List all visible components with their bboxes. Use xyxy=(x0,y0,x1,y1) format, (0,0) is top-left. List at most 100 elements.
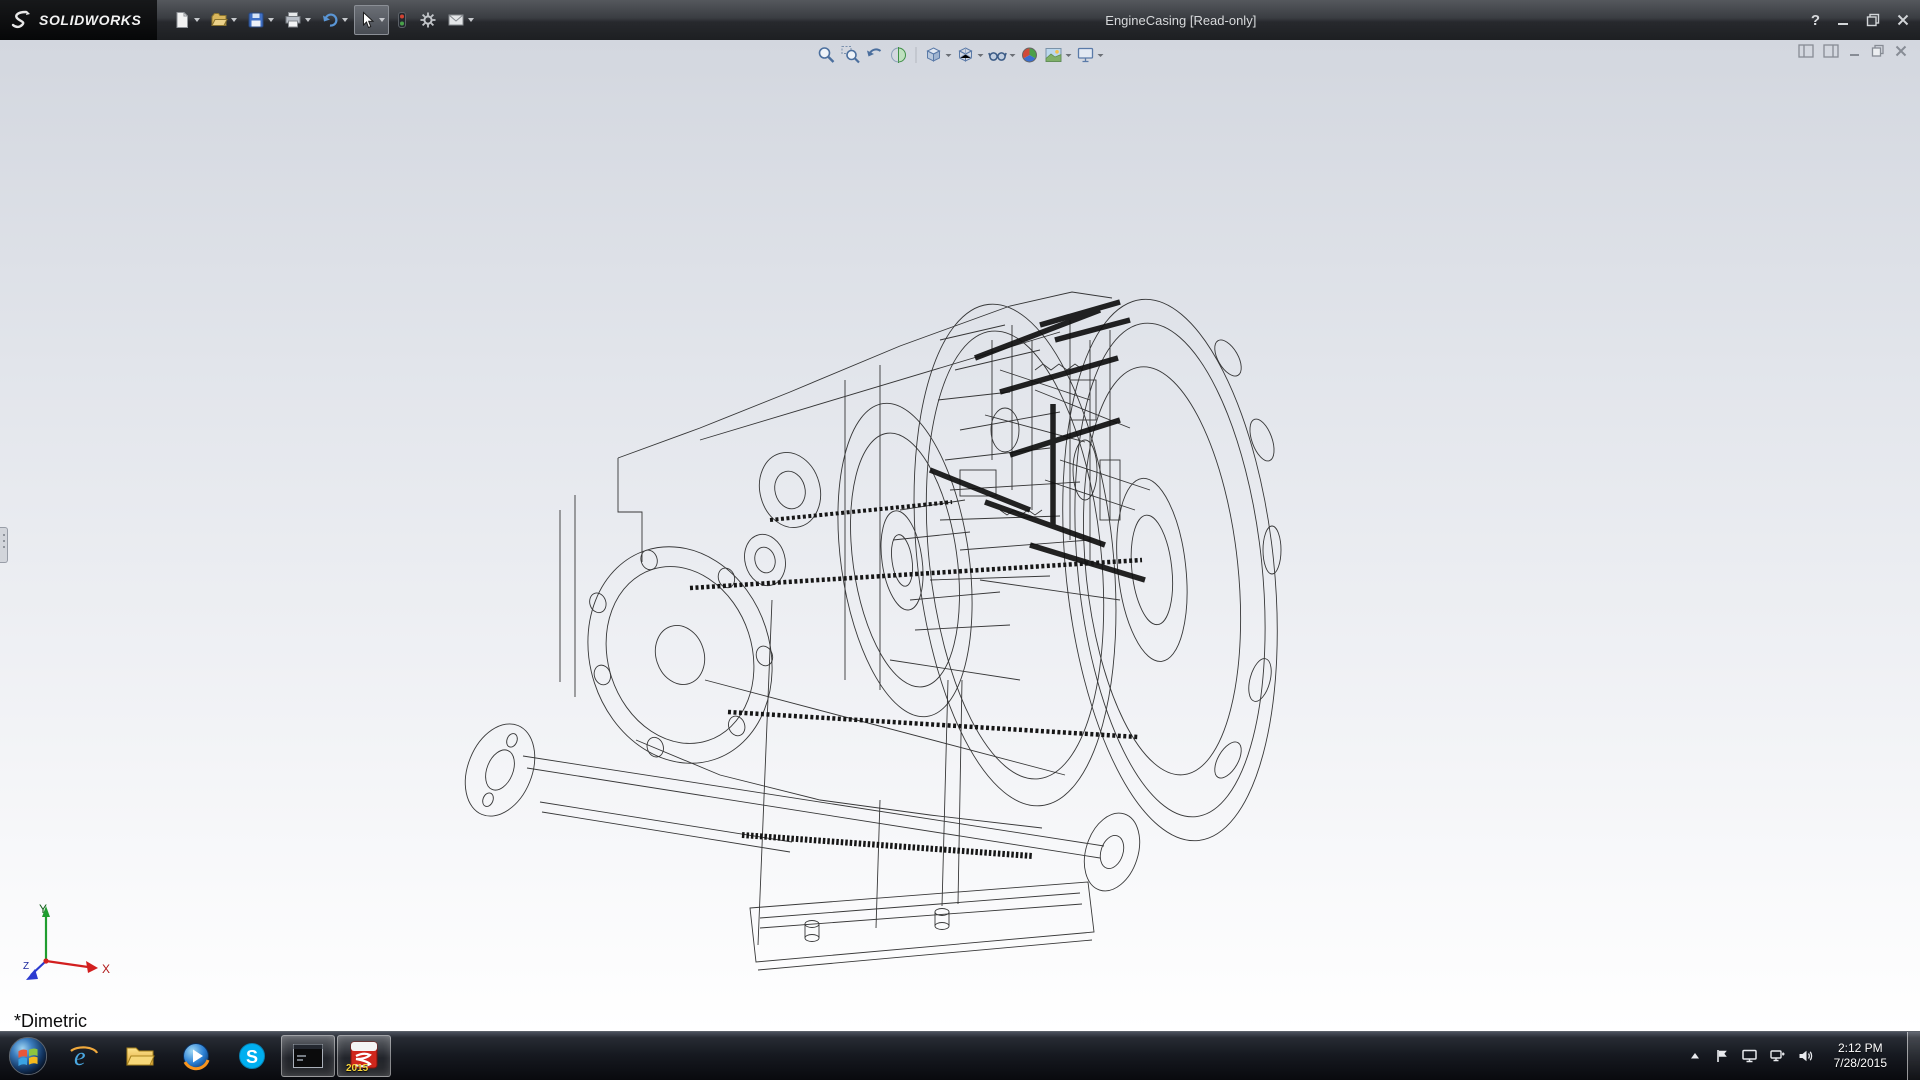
windows-start-orb-icon xyxy=(7,1035,49,1077)
taskbar-item-command-prompt[interactable] xyxy=(281,1035,335,1077)
show-hidden-icons-button[interactable] xyxy=(1687,1048,1703,1064)
dropdown-caret-icon[interactable] xyxy=(1066,54,1072,57)
select-tool-button[interactable] xyxy=(354,5,389,35)
undo-arrow-icon xyxy=(321,11,339,29)
scene-icon xyxy=(1044,45,1064,65)
taskbar-clock[interactable]: 2:12 PM 7/28/2015 xyxy=(1825,1041,1896,1071)
window-controls: ? xyxy=(1811,0,1910,40)
document-minimize-button[interactable] xyxy=(1848,44,1862,58)
start-button[interactable] xyxy=(0,1032,56,1080)
previous-view-button[interactable] xyxy=(864,43,886,67)
dropdown-caret-icon[interactable] xyxy=(305,18,311,22)
show-desktop-button[interactable] xyxy=(1907,1032,1920,1080)
solidworks-logo-icon xyxy=(10,9,32,31)
triad-z-label: Z xyxy=(23,961,29,972)
taskbar-item-internet-explorer[interactable]: e xyxy=(57,1035,111,1077)
solidworks-logo: SOLIDWORKS xyxy=(0,0,157,40)
document-close-button[interactable] xyxy=(1894,44,1908,58)
print-button[interactable] xyxy=(280,5,315,35)
clock-time: 2:12 PM xyxy=(1834,1041,1887,1056)
folder-icon xyxy=(124,1040,156,1072)
options-button[interactable] xyxy=(415,5,441,35)
skype-icon: S xyxy=(236,1040,268,1072)
wireframe-model[interactable] xyxy=(0,40,1920,1031)
view-orientation-label: *Dimetric xyxy=(14,1011,87,1031)
view-orientation-button[interactable] xyxy=(923,43,953,67)
toolbar-separator xyxy=(916,47,917,63)
section-view-button[interactable] xyxy=(888,43,910,67)
taskbar-item-solidworks[interactable]: 2015 xyxy=(337,1035,391,1077)
standard-toolbar xyxy=(169,5,478,35)
titlebar: SOLIDWORKS xyxy=(0,0,1920,40)
zoom-to-fit-icon xyxy=(817,45,837,65)
zoom-to-area-button[interactable] xyxy=(840,43,862,67)
dropdown-caret-icon[interactable] xyxy=(194,18,200,22)
dropdown-caret-icon[interactable] xyxy=(231,18,237,22)
graphics-viewport[interactable]: Y X Z *Dimetric xyxy=(0,40,1920,1031)
heads-up-view-toolbar xyxy=(816,43,1105,67)
pane-right-button[interactable] xyxy=(1823,44,1839,58)
previous-view-icon xyxy=(865,45,885,65)
dropdown-caret-icon[interactable] xyxy=(946,54,952,57)
open-button[interactable] xyxy=(206,5,241,35)
new-document-button[interactable] xyxy=(169,5,204,35)
taskbar-item-media-player[interactable] xyxy=(169,1035,223,1077)
envelope-icon xyxy=(447,11,465,29)
media-player-icon xyxy=(180,1040,212,1072)
section-view-icon xyxy=(889,45,909,65)
solidworks-app-window: SOLIDWORKS xyxy=(0,0,1920,1080)
open-folder-icon xyxy=(210,11,228,29)
undo-button[interactable] xyxy=(317,5,352,35)
solidworks-version-badge: 2015 xyxy=(346,1063,368,1074)
panel-splitter-handle[interactable] xyxy=(0,527,8,563)
pane-left-button[interactable] xyxy=(1798,44,1814,58)
close-button[interactable] xyxy=(1896,13,1910,27)
svg-text:S: S xyxy=(246,1047,258,1067)
options-gear-icon xyxy=(419,11,437,29)
dropdown-caret-icon[interactable] xyxy=(268,18,274,22)
internet-explorer-icon: e xyxy=(68,1040,100,1072)
dropdown-caret-icon[interactable] xyxy=(1010,54,1016,57)
volume-icon[interactable] xyxy=(1797,1048,1814,1064)
dropdown-caret-icon[interactable] xyxy=(1098,54,1104,57)
dropdown-caret-icon[interactable] xyxy=(342,18,348,22)
edit-appearance-button[interactable] xyxy=(1019,43,1041,67)
taskbar-item-skype[interactable]: S xyxy=(225,1035,279,1077)
network-icon[interactable] xyxy=(1769,1048,1786,1064)
appearance-sphere-icon xyxy=(1020,45,1040,65)
file-properties-button[interactable] xyxy=(443,5,478,35)
minimize-button[interactable] xyxy=(1836,13,1850,27)
display-style-button[interactable] xyxy=(955,43,985,67)
reference-triad[interactable]: Y X Z xyxy=(22,901,132,985)
action-center-flag-icon[interactable] xyxy=(1714,1048,1730,1064)
restore-button[interactable] xyxy=(1866,13,1880,27)
triad-y-label: Y xyxy=(39,902,47,916)
select-cursor-icon xyxy=(358,11,376,29)
help-button[interactable]: ? xyxy=(1811,12,1820,29)
windows-taskbar: e S xyxy=(0,1031,1920,1080)
printer-icon xyxy=(284,11,302,29)
dropdown-caret-icon[interactable] xyxy=(978,54,984,57)
display-style-cube-icon xyxy=(956,45,976,65)
taskbar-item-file-explorer[interactable] xyxy=(113,1035,167,1077)
brand-text: SOLIDWORKS xyxy=(39,12,141,28)
zoom-to-fit-button[interactable] xyxy=(816,43,838,67)
hide-show-items-button[interactable] xyxy=(987,43,1017,67)
triad-x-label: X xyxy=(102,962,110,976)
rebuild-button[interactable] xyxy=(391,5,413,35)
dropdown-caret-icon[interactable] xyxy=(379,18,385,22)
system-tray: 2:12 PM 7/28/2015 xyxy=(1687,1032,1920,1080)
view-settings-button[interactable] xyxy=(1075,43,1105,67)
save-floppy-icon xyxy=(247,11,265,29)
apply-scene-button[interactable] xyxy=(1043,43,1073,67)
zoom-to-area-icon xyxy=(841,45,861,65)
new-document-icon xyxy=(173,11,191,29)
command-prompt-icon xyxy=(291,1041,325,1071)
save-button[interactable] xyxy=(243,5,278,35)
window-title: EngineCasing [Read-only] xyxy=(1105,13,1256,28)
display-settings-icon[interactable] xyxy=(1741,1048,1758,1064)
clock-date: 7/28/2015 xyxy=(1834,1056,1887,1071)
document-window-controls xyxy=(1798,44,1908,58)
document-restore-button[interactable] xyxy=(1871,44,1885,58)
dropdown-caret-icon[interactable] xyxy=(468,18,474,22)
